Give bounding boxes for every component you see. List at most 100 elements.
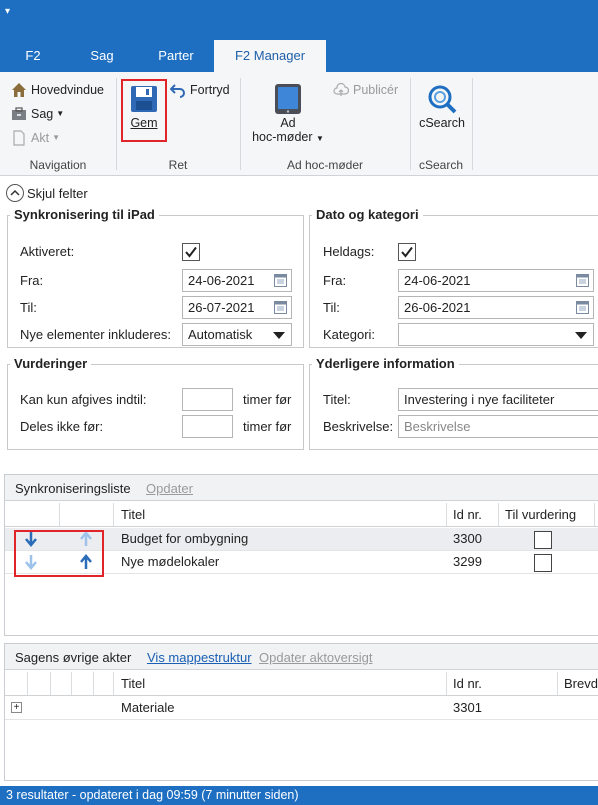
deles-hours-input[interactable] [182,415,233,438]
column-divider [93,672,94,695]
column-divider [557,672,558,695]
chevron-down-icon: ▼ [316,134,324,143]
calendar-icon[interactable] [576,273,589,287]
dato-til-date-field[interactable]: 26-06-2021 [398,296,594,319]
publicer-button[interactable]: Publicér [333,79,398,101]
ribbon-separator [410,78,411,170]
beskrivelse-input[interactable]: Beskrivelse [398,415,598,438]
row-title: Nye mødelokaler [121,554,220,569]
dato-til-value: 26-06-2021 [404,300,471,315]
title-bar: ▾ [0,0,598,40]
column-titel[interactable]: Titel [121,507,145,522]
ad-hoc-moder-button[interactable]: Ad hoc-møder ▼ [248,82,328,144]
beskrivelse-label: Beskrivelse: [323,419,394,434]
skjul-felter-toggle[interactable]: Skjul felter [6,184,88,202]
dato-group-title: Dato og kategori [312,207,423,222]
csearch-button[interactable]: cSearch [416,82,468,130]
row-id: 3299 [453,554,482,569]
heldags-checkbox[interactable] [398,243,416,261]
row-title: Materiale [121,700,175,715]
column-divider [71,672,72,695]
column-divider [113,503,114,526]
sync-fra-date-field[interactable]: 24-06-2021 [182,269,292,292]
skjul-felter-label: Skjul felter [27,185,88,201]
arrows-highlight-box [14,530,104,577]
titel-label: Titel: [323,392,351,407]
row-id: 3300 [453,531,482,546]
hovedvindue-label: Hovedvindue [31,83,104,97]
sync-til-value: 26-07-2021 [188,300,255,315]
column-id-nr[interactable]: Id nr. [453,507,482,522]
ribbon-tabs: F2 Sag Parter F2 Manager [0,40,598,72]
save-icon [124,82,164,116]
hovedvindue-button[interactable]: Hovedvindue [11,79,104,101]
afgives-label: Kan kun afgives indtil: [20,392,147,407]
titel-input[interactable]: Investering i nye faciliteter [398,388,598,411]
heldags-label: Heldags: [323,244,375,259]
tab-f2-manager[interactable]: F2 Manager [214,40,326,72]
tab-sag[interactable]: Sag [66,40,138,72]
chevron-down-icon: ▼ [52,133,60,142]
calendar-icon[interactable] [274,273,287,287]
vis-mappestruktur-link[interactable]: Vis mappestruktur [147,650,252,665]
gem-label: Gem [130,116,158,130]
sync-til-date-field[interactable]: 26-07-2021 [182,296,292,319]
synclist-header: Synkroniseringsliste Opdater [5,475,598,501]
ribbon-separator [472,78,473,170]
column-til-vurdering[interactable]: Til vurdering [505,507,576,522]
synclist-column-header: Titel Id nr. Til vurdering [5,503,598,527]
tab-f2[interactable]: F2 [0,40,66,72]
ribbon-separator [240,78,241,170]
deles-label: Deles ikke før: [20,419,104,434]
opdater-link[interactable]: Opdater [146,481,193,496]
chevron-up-icon [6,184,24,202]
expand-icon[interactable]: + [11,702,22,713]
nye-elementer-label: Nye elementer inkluderes: [20,327,172,342]
column-id-nr[interactable]: Id nr. [453,676,482,691]
tab-parter[interactable]: Parter [138,40,214,72]
akt-dropdown-button[interactable]: Akt ▼ [11,127,60,149]
gem-button[interactable]: Gem [124,82,164,130]
til-vurdering-checkbox[interactable] [534,554,552,572]
afgives-hours-input[interactable] [182,388,233,411]
aktiveret-label: Aktiveret: [20,244,75,259]
csearch-label: cSearch [419,116,465,130]
row-id: 3301 [453,700,482,715]
kategori-label: Kategori: [323,327,376,342]
sag-label: Sag [31,107,54,121]
nye-elementer-dropdown[interactable]: Automatisk [182,323,292,346]
calendar-icon[interactable] [274,300,287,314]
checkmark-icon [185,246,197,258]
column-divider [27,672,28,695]
sync-fra-value: 24-06-2021 [188,273,255,288]
synclist-title: Synkroniseringsliste [15,481,131,496]
column-titel[interactable]: Titel [121,676,145,691]
ret-group-label: Ret [168,158,188,172]
dato-til-label: Til: [323,300,340,315]
home-icon [11,82,27,98]
csearch-icon [416,82,468,116]
column-brevdato[interactable]: Brevd [564,676,598,691]
dato-fra-date-field[interactable]: 24-06-2021 [398,269,594,292]
yderligere-group-title: Yderligere information [312,356,459,371]
quick-access-menu-icon[interactable]: ▾ [5,6,10,17]
undo-icon [169,82,186,98]
checkmark-icon [401,246,413,258]
dato-fra-label: Fra: [323,273,347,288]
til-vurdering-checkbox[interactable] [534,531,552,549]
row-title: Budget for ombygning [121,531,249,546]
opdater-aktoversigt-link[interactable]: Opdater aktoversigt [259,650,372,665]
table-row[interactable]: + Materiale 3301 [5,697,598,720]
sag-dropdown-button[interactable]: Sag ▼ [11,103,64,125]
fortryd-button[interactable]: Fortryd [169,79,230,101]
case-folder-icon [11,106,27,122]
kategori-dropdown[interactable] [398,323,594,346]
akt-label: Akt [31,131,50,145]
aktiveret-checkbox[interactable] [182,243,200,261]
dropdown-arrow-icon [273,332,285,339]
nye-elementer-value: Automatisk [188,327,253,342]
calendar-icon[interactable] [576,300,589,314]
document-icon [11,130,27,146]
vurderinger-group-title: Vurderinger [10,356,92,371]
sync-fra-label: Fra: [20,273,44,288]
